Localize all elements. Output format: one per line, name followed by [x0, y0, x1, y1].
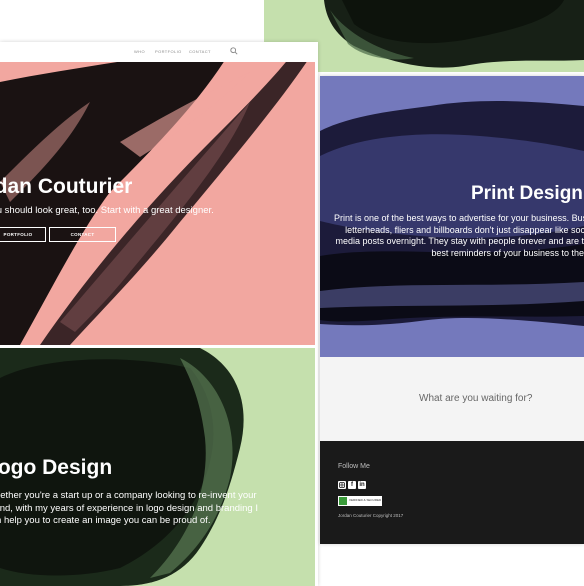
search-icon[interactable]	[230, 47, 238, 55]
hero-subtitle: You should look great, too. Start with a…	[0, 205, 214, 216]
logo-design-description: Whether you're a start up or a company l…	[0, 490, 258, 528]
social-links: f in	[338, 481, 366, 489]
print-design-description: Print is one of the best ways to adverti…	[334, 213, 584, 259]
copyright-text: Jordan Couturier Copyright 2017	[338, 513, 404, 518]
hero-title: Jordan Couturier	[0, 175, 133, 198]
contact-button[interactable]: CONTACT	[49, 227, 116, 242]
website-mockup-right: Print Design Print is one of the best wa…	[320, 76, 584, 544]
print-design-title: Print Design	[471, 183, 583, 204]
print-desc-line: letterheads, fliers and billboards don't…	[345, 224, 584, 235]
logo-desc-line: brand, with my years of experience in lo…	[0, 502, 258, 514]
cta-text[interactable]: What are you waiting for?	[419, 393, 532, 404]
nav-link-portfolio[interactable]: PORTFOLIO	[155, 49, 182, 54]
badge-icon	[339, 497, 347, 505]
nav-link-contact[interactable]: CONTACT	[189, 49, 211, 54]
print-desc-line: Print is one of the best ways to adverti…	[334, 213, 584, 223]
linkedin-icon[interactable]: in	[358, 481, 366, 489]
website-mockup-left: WHO PORTFOLIO CONTACT Jordan Couturier Y…	[0, 42, 318, 586]
call-to-action-section: What are you waiting for?	[320, 357, 584, 441]
logo-desc-line: can help you to create an image you can …	[0, 515, 211, 526]
footer: Follow Me f in VERIFIED & SECURED Jordan…	[320, 441, 584, 544]
print-desc-line: best reminders of your business to them.	[431, 247, 584, 258]
badge-text: VERIFIED & SECURED	[349, 498, 382, 503]
follow-me-label: Follow Me	[338, 463, 370, 470]
brush-stroke-art	[0, 62, 307, 345]
print-desc-line: media posts overnight. They stay with pe…	[335, 236, 584, 246]
print-design-section: Print Design Print is one of the best wa…	[320, 76, 584, 357]
logo-design-title: Logo Design	[0, 456, 113, 479]
logo-design-section: Logo Design Whether you're a start up or…	[0, 348, 315, 586]
logo-desc-line: Whether you're a start up or a company l…	[0, 490, 257, 501]
security-badge: VERIFIED & SECURED	[338, 496, 382, 506]
instagram-icon[interactable]	[338, 481, 346, 489]
portfolio-button[interactable]: PORTFOLIO	[0, 227, 46, 242]
nav-bar: WHO PORTFOLIO CONTACT	[0, 42, 318, 62]
hero-section: Jordan Couturier You should look great, …	[0, 62, 315, 345]
facebook-icon[interactable]: f	[348, 481, 356, 489]
nav-link-who[interactable]: WHO	[134, 49, 145, 54]
